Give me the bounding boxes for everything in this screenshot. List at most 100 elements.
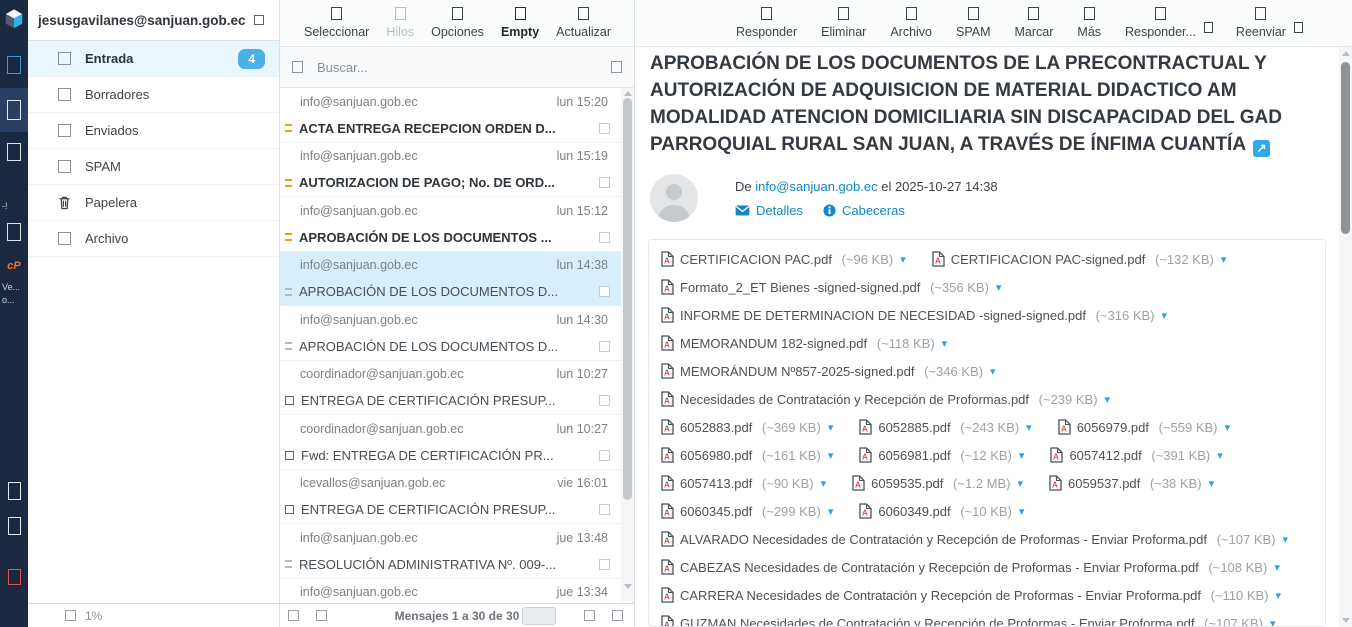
list-scrollbar[interactable] — [621, 88, 634, 603]
attachment-menu-icon[interactable]: ▾ — [1276, 589, 1282, 602]
attachment-menu-icon[interactable]: ▾ — [1019, 449, 1025, 462]
attachment-name[interactable]: Formato_2_ET Bienes -signed-signed.pdf — [680, 280, 920, 295]
rail-item-about[interactable] — [0, 514, 28, 538]
toolbar-button-eliminar[interactable]: Eliminar — [821, 7, 866, 39]
attachment[interactable]: ACERTIFICACION PAC.pdf (~96 KB)▾ — [661, 251, 906, 267]
attachment-name[interactable]: 6057413.pdf — [680, 476, 752, 491]
folder-item-entrada[interactable]: Entrada4 — [28, 41, 279, 77]
attachment-name[interactable]: 6052883.pdf — [680, 420, 752, 435]
attachment-menu-icon[interactable]: ▾ — [828, 505, 834, 518]
headers-toggle[interactable]: Cabeceras — [823, 203, 905, 218]
toolbar-button-hilos[interactable]: Hilos — [386, 7, 414, 39]
attachment[interactable]: A6057413.pdf (~90 KB)▾ — [661, 475, 826, 491]
message-row[interactable]: info@sanjuan.gob.eclun 14:30APROBACIÓN D… — [280, 306, 622, 361]
from-address-link[interactable]: info@sanjuan.gob.ec — [755, 179, 877, 194]
attachment[interactable]: A6059535.pdf (~1.2 MB)▾ — [852, 475, 1023, 491]
attachment[interactable]: A6060349.pdf (~10 KB)▾ — [859, 503, 1024, 519]
message-checkbox[interactable] — [599, 232, 610, 243]
message-checkbox[interactable] — [599, 286, 610, 297]
attachment[interactable]: A6052885.pdf (~243 KB)▾ — [859, 419, 1031, 435]
attachment-menu-icon[interactable]: ▾ — [900, 253, 906, 266]
attachment-name[interactable]: CERTIFICACION PAC-signed.pdf — [951, 252, 1146, 267]
attachment-menu-icon[interactable]: ▾ — [1274, 561, 1280, 574]
attachment-menu-icon[interactable]: ▾ — [1105, 393, 1111, 406]
attachment[interactable]: A6052883.pdf (~369 KB)▾ — [661, 419, 833, 435]
attachment[interactable]: AFormato_2_ET Bienes -signed-signed.pdf … — [661, 279, 1001, 295]
attachment[interactable]: A6060345.pdf (~299 KB)▾ — [661, 503, 833, 519]
attachment-menu-icon[interactable]: ▾ — [942, 337, 948, 350]
rail-item-mail[interactable] — [0, 88, 28, 132]
reader-scroll-down-icon[interactable] — [1342, 618, 1350, 623]
rail-item-logout[interactable] — [0, 565, 28, 589]
prev-page-icon[interactable] — [584, 610, 595, 621]
attachment-menu-icon[interactable]: ▾ — [821, 477, 827, 490]
reader-scrollbar-thumb[interactable] — [1341, 62, 1350, 234]
attachment-name[interactable]: CERTIFICACION PAC.pdf — [680, 252, 832, 267]
attachment-menu-icon[interactable]: ▾ — [1162, 309, 1168, 322]
attachment-menu-icon[interactable]: ▾ — [990, 365, 996, 378]
toolbar-button-m-s[interactable]: Más — [1077, 7, 1101, 39]
attachment-name[interactable]: 6060349.pdf — [878, 504, 950, 519]
message-row[interactable]: info@sanjuan.gob.eclun 15:20ACTA ENTREGA… — [280, 88, 622, 143]
folder-item-papelera[interactable]: Papelera — [28, 185, 279, 221]
rail-item-contacts[interactable] — [0, 140, 28, 164]
attachment-name[interactable]: 6052885.pdf — [878, 420, 950, 435]
attachment[interactable]: A6056981.pdf (~12 KB)▾ — [859, 447, 1024, 463]
toolbar-button-spam[interactable]: SPAM — [956, 7, 991, 39]
attachment[interactable]: ACERTIFICACION PAC-signed.pdf (~132 KB)▾ — [932, 251, 1227, 267]
toolbar-button-marcar[interactable]: Marcar — [1015, 7, 1054, 39]
toolbar-button-responder[interactable]: Responder — [736, 7, 797, 39]
attachment[interactable]: ACABEZAS Necesidades de Contratación y R… — [661, 559, 1280, 575]
attachment-menu-icon[interactable]: ▾ — [996, 281, 1002, 294]
search-bar[interactable] — [280, 47, 634, 88]
message-row[interactable]: info@sanjuan.gob.ecjue 13:48RESOLUCIÓN A… — [280, 524, 622, 579]
attachment-name[interactable]: MEMORANDUM 182-signed.pdf — [680, 336, 867, 351]
attachment-menu-icon[interactable]: ▾ — [1019, 505, 1025, 518]
rail-item-settings[interactable] — [0, 220, 28, 244]
search-input[interactable] — [315, 59, 599, 76]
folder-item-enviados[interactable]: Enviados — [28, 113, 279, 149]
details-toggle[interactable]: Detalles — [735, 203, 803, 218]
attachment-name[interactable]: 6056981.pdf — [878, 448, 950, 463]
rail-item-help[interactable] — [0, 479, 28, 503]
attachment-name[interactable]: 6056980.pdf — [680, 448, 752, 463]
rail-item-compose[interactable] — [0, 53, 28, 77]
attachment-menu-icon[interactable]: ▾ — [1221, 253, 1227, 266]
toolbar-button-empty[interactable]: Empty — [501, 7, 539, 39]
attachment-name[interactable]: INFORME DE DETERMINACION DE NECESIDAD -s… — [680, 308, 1086, 323]
folder-item-archivo[interactable]: Archivo — [28, 221, 279, 257]
message-row[interactable]: info@sanjuan.gob.eclun 15:12APROBACIÓN D… — [280, 197, 622, 252]
message-checkbox[interactable] — [599, 559, 610, 570]
next-page-icon[interactable] — [612, 610, 623, 621]
folder-item-borradores[interactable]: Borradores — [28, 77, 279, 113]
cpanel-logo[interactable]: cP — [0, 258, 28, 274]
message-checkbox[interactable] — [599, 450, 610, 461]
message-checkbox[interactable] — [599, 123, 610, 134]
attachment[interactable]: A6056980.pdf (~161 KB)▾ — [661, 447, 833, 463]
attachment[interactable]: A6056979.pdf (~559 KB)▾ — [1058, 419, 1230, 435]
page-input[interactable] — [522, 607, 556, 625]
toolbar-button-archivo[interactable]: Archivo — [890, 7, 932, 39]
attachment-menu-icon[interactable]: ▾ — [1026, 421, 1032, 434]
scroll-down-icon[interactable] — [624, 584, 632, 589]
attachment-name[interactable]: 6059537.pdf — [1068, 476, 1140, 491]
account-header[interactable]: jesusgavilanes@sanjuan.gob.ec — [28, 0, 279, 41]
toolbar-button-responder[interactable]: Responder... — [1125, 7, 1196, 39]
attachment[interactable]: A6057412.pdf (~391 KB)▾ — [1050, 447, 1222, 463]
toolbar-button-seleccionar[interactable]: Seleccionar — [304, 7, 369, 39]
attachment-menu-icon[interactable]: ▾ — [828, 421, 834, 434]
message-checkbox[interactable] — [599, 504, 610, 515]
attachment[interactable]: AINFORME DE DETERMINACION DE NECESIDAD -… — [661, 307, 1167, 323]
scroll-up-icon[interactable] — [624, 91, 632, 96]
attachment-name[interactable]: 6060345.pdf — [680, 504, 752, 519]
attachment-name[interactable]: GUZMAN Necesidades de Contratación y Rec… — [680, 616, 1194, 627]
attachment-menu-icon[interactable]: ▾ — [1270, 617, 1276, 627]
folder-item-spam[interactable]: SPAM — [28, 149, 279, 185]
reader-scrollbar[interactable] — [1339, 47, 1352, 627]
reenviar-menu-icon[interactable] — [1294, 22, 1303, 33]
responder-menu-icon[interactable] — [1204, 22, 1213, 33]
attachment-name[interactable]: MEMORÁNDUM Nº857-2025-signed.pdf — [680, 364, 915, 379]
message-checkbox[interactable] — [599, 341, 610, 352]
attachment-name[interactable]: 6059535.pdf — [871, 476, 943, 491]
attachment[interactable]: AMEMORÁNDUM Nº857-2025-signed.pdf (~346 … — [661, 363, 996, 379]
